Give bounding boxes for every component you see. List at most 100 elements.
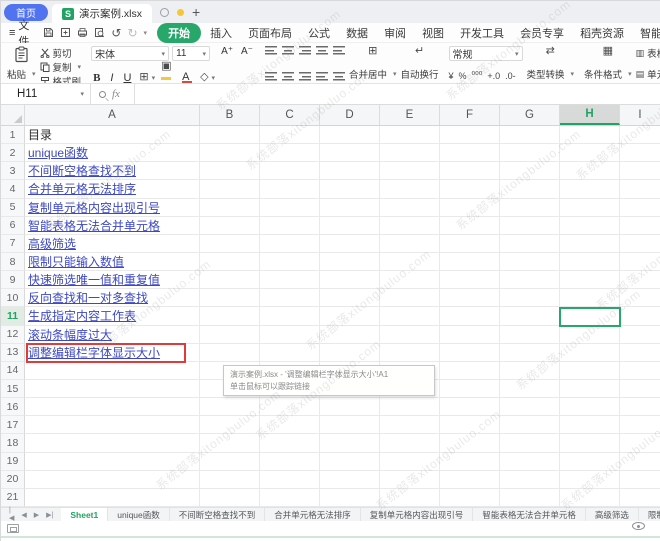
notification-icon[interactable]: [160, 8, 169, 17]
row-header-21[interactable]: 21: [1, 489, 25, 507]
cell-E3[interactable]: [380, 162, 440, 180]
column-header-H[interactable]: H: [560, 105, 620, 125]
first-sheet-icon[interactable]: |◀: [9, 507, 14, 522]
cell-G11[interactable]: [500, 307, 560, 325]
cell-H3[interactable]: [560, 162, 620, 180]
cell-D12[interactable]: [320, 326, 380, 344]
cell-E11[interactable]: [380, 307, 440, 325]
underline-button[interactable]: U: [121, 72, 133, 84]
cell-G12[interactable]: [500, 326, 560, 344]
cell-G1[interactable]: [500, 126, 560, 144]
sheet-tab-3[interactable]: 合并单元格无法排序: [265, 508, 361, 521]
cell-I9[interactable]: [620, 271, 660, 289]
name-box[interactable]: H11 ▾: [1, 84, 91, 104]
cell-F20[interactable]: [440, 471, 500, 489]
eye-protection-icon[interactable]: [632, 522, 645, 530]
cell-A7[interactable]: 高级筛选: [25, 235, 200, 253]
cell-I6[interactable]: [620, 217, 660, 235]
cell-D9[interactable]: [320, 271, 380, 289]
cell-H1[interactable]: [560, 126, 620, 144]
cell-F5[interactable]: [440, 199, 500, 217]
cell-C20[interactable]: [260, 471, 320, 489]
cell-link-text[interactable]: 智能表格无法合并单元格: [28, 217, 160, 234]
decrease-indent-icon[interactable]: [316, 46, 328, 55]
cell-C13[interactable]: [260, 344, 320, 362]
cell-D11[interactable]: [320, 307, 380, 325]
row-header-1[interactable]: 1: [1, 126, 25, 144]
cell-B5[interactable]: [200, 199, 260, 217]
cell-G2[interactable]: [500, 144, 560, 162]
cell-I3[interactable]: [620, 162, 660, 180]
menu-tab-3[interactable]: 公式: [301, 23, 337, 43]
cell-H16[interactable]: [560, 398, 620, 416]
column-header-F[interactable]: F: [440, 105, 500, 125]
cell-D3[interactable]: [320, 162, 380, 180]
cell-E6[interactable]: [380, 217, 440, 235]
cell-F16[interactable]: [440, 398, 500, 416]
cell-F2[interactable]: [440, 144, 500, 162]
cell-D5[interactable]: [320, 199, 380, 217]
cell-I15[interactable]: [620, 380, 660, 398]
cell-A2[interactable]: unique函数: [25, 144, 200, 162]
cell-I2[interactable]: [620, 144, 660, 162]
font-size-select[interactable]: 11▾: [172, 46, 210, 61]
cell-H2[interactable]: [560, 144, 620, 162]
cell-E16[interactable]: [380, 398, 440, 416]
undo-icon[interactable]: ↺: [111, 26, 121, 40]
cell-E7[interactable]: [380, 235, 440, 253]
cell-E4[interactable]: [380, 180, 440, 198]
increase-indent-icon[interactable]: [333, 46, 345, 55]
cell-E19[interactable]: [380, 453, 440, 471]
cell-B4[interactable]: [200, 180, 260, 198]
row-header-18[interactable]: 18: [1, 434, 25, 452]
cell-C17[interactable]: [260, 416, 320, 434]
next-sheet-icon[interactable]: ▶: [34, 511, 39, 519]
quick-access-caret-icon[interactable]: ▾: [144, 29, 148, 37]
cell-H10[interactable]: [560, 289, 620, 307]
cell-D4[interactable]: [320, 180, 380, 198]
row-header-5[interactable]: 5: [1, 199, 25, 217]
cell-G20[interactable]: [500, 471, 560, 489]
column-header-D[interactable]: D: [320, 105, 380, 125]
cell-B8[interactable]: [200, 253, 260, 271]
cell-B2[interactable]: [200, 144, 260, 162]
cell-H18[interactable]: [560, 434, 620, 452]
cell-E18[interactable]: [380, 434, 440, 452]
menu-tab-10[interactable]: 智能工具箱: [633, 23, 660, 43]
cell-C7[interactable]: [260, 235, 320, 253]
cell-A5[interactable]: 复制单元格内容出现引号: [25, 199, 200, 217]
cell-E5[interactable]: [380, 199, 440, 217]
wrap-text-button[interactable]: ↵ 自动换行: [399, 45, 441, 82]
row-header-14[interactable]: 14: [1, 362, 25, 380]
cell-C21[interactable]: [260, 489, 320, 507]
menu-tab-9[interactable]: 稻壳资源: [573, 23, 631, 43]
cell-B11[interactable]: [200, 307, 260, 325]
cell-E12[interactable]: [380, 326, 440, 344]
cell-G5[interactable]: [500, 199, 560, 217]
cell-A15[interactable]: [25, 380, 200, 398]
row-header-12[interactable]: 12: [1, 326, 25, 344]
column-header-A[interactable]: A: [25, 105, 200, 125]
cell-A1[interactable]: 目录: [25, 126, 200, 144]
align-left-icon[interactable]: [265, 72, 277, 81]
cell-B10[interactable]: [200, 289, 260, 307]
menu-tab-0[interactable]: 开始: [157, 23, 201, 43]
align-center-icon[interactable]: [282, 72, 294, 81]
cell-C10[interactable]: [260, 289, 320, 307]
cell-I16[interactable]: [620, 398, 660, 416]
align-bottom-icon[interactable]: [299, 46, 311, 55]
cell-B21[interactable]: [200, 489, 260, 507]
menu-tab-4[interactable]: 数据: [339, 23, 375, 43]
cell-A11[interactable]: 生成指定内容工作表: [25, 307, 200, 325]
cell-G13[interactable]: [500, 344, 560, 362]
cell-I11[interactable]: [620, 307, 660, 325]
cell-I13[interactable]: [620, 344, 660, 362]
cell-G4[interactable]: [500, 180, 560, 198]
cell-B1[interactable]: [200, 126, 260, 144]
bold-button[interactable]: B: [91, 72, 102, 84]
type-convert-button[interactable]: ⇄ 类型转换▾: [525, 45, 577, 82]
column-header-E[interactable]: E: [380, 105, 440, 125]
print-icon[interactable]: [77, 27, 88, 38]
board-view-icon[interactable]: [7, 524, 19, 533]
cell-H6[interactable]: [560, 217, 620, 235]
